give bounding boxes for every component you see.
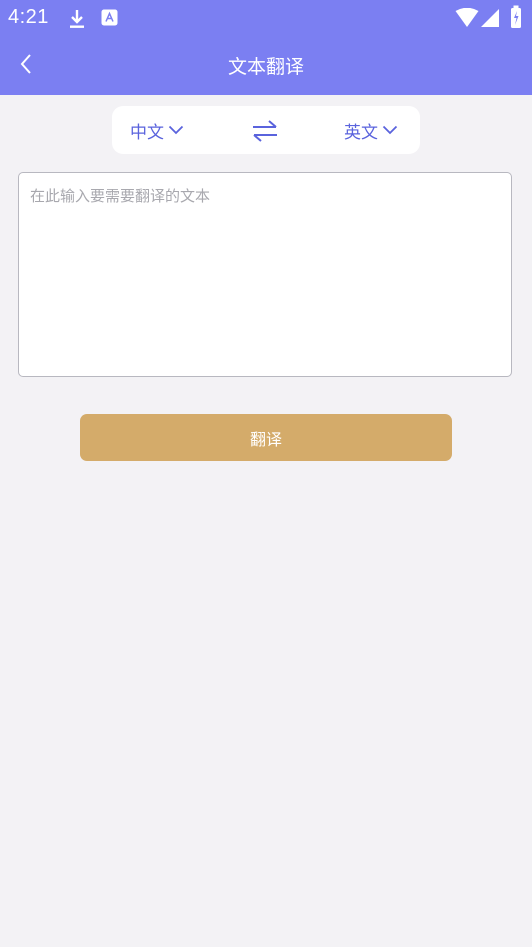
chevron-down-icon — [382, 125, 398, 135]
page-title: 文本翻译 — [227, 56, 304, 78]
source-language-dropdown[interactable]: 中文 — [130, 118, 184, 143]
cell-signal-icon — [481, 9, 499, 27]
wifi-icon — [455, 8, 479, 27]
target-language-label: 英文 — [344, 122, 378, 143]
status-time: 4:21 — [8, 6, 49, 28]
status-bar: 4:21 — [0, 0, 532, 36]
source-text-input[interactable] — [19, 173, 511, 376]
nav-bar: 文本翻译 — [0, 36, 532, 95]
source-language-label: 中文 — [130, 122, 164, 143]
chevron-down-icon — [168, 125, 184, 135]
swap-arrows-icon — [253, 120, 277, 142]
app-header: 4:21 文本翻译 — [0, 0, 532, 95]
swap-languages-button[interactable] — [250, 118, 280, 144]
notification-a-icon — [101, 9, 118, 26]
language-selector: 中文 英文 — [112, 106, 420, 154]
text-input-container — [18, 172, 512, 377]
download-icon — [70, 10, 84, 28]
target-language-dropdown[interactable]: 英文 — [344, 118, 398, 143]
translate-button-label: 翻译 — [249, 429, 282, 449]
translate-button[interactable]: 翻译 — [80, 414, 452, 461]
battery-icon — [511, 5, 521, 28]
